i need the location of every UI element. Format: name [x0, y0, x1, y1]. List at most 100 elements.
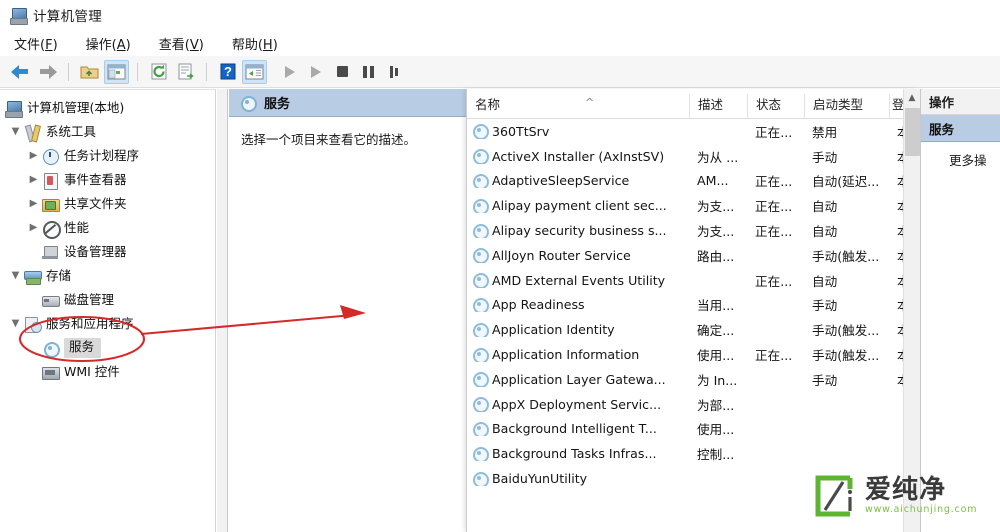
chevron-down-icon[interactable]: ▼	[8, 319, 23, 329]
clock-icon	[41, 148, 60, 165]
menu-view-label: 查看	[158, 37, 185, 53]
tree-item-wmi-control[interactable]: WMI 控件	[0, 360, 215, 384]
resume-service-button[interactable]	[304, 61, 328, 83]
export-list-button[interactable]	[173, 60, 198, 84]
service-row[interactable]: Background Tasks Infras... 控制...	[467, 441, 920, 466]
tree-item-disk-management[interactable]: 磁盘管理	[0, 288, 215, 312]
service-name-cell: Application Information	[467, 347, 689, 363]
service-startup-type-cell: 手动(触发...	[812, 323, 880, 339]
gear-icon	[472, 273, 489, 288]
actions-pane-subheader: 服务	[921, 115, 1000, 142]
menu-view[interactable]: 查看(V)	[156, 32, 207, 55]
service-name-cell: Background Tasks Infras...	[467, 446, 689, 462]
menu-help[interactable]: 帮助(H)	[229, 32, 281, 55]
scrollbar-thumb[interactable]	[905, 108, 920, 156]
more-actions-item[interactable]: 更多操	[921, 142, 1000, 169]
column-header-status[interactable]: 状态	[747, 94, 804, 118]
column-header-name[interactable]: 名称 ^	[467, 94, 689, 118]
tree-item-device-manager[interactable]: 设备管理器	[0, 240, 215, 264]
tree-item-task-scheduler[interactable]: ▶ 任务计划程序	[0, 144, 215, 168]
service-name-cell: ActiveX Installer (AxInstSV)	[467, 149, 689, 164]
help-button[interactable]: ?	[215, 60, 240, 84]
service-name-label: 360TtSrv	[492, 123, 550, 139]
service-logon-as-cell: 本	[889, 246, 903, 265]
menu-action[interactable]: 操作(A)	[83, 32, 134, 55]
service-row[interactable]: Alipay payment client sec... 为支... 正在... 自动…	[467, 193, 920, 218]
stop-service-button[interactable]	[330, 61, 354, 83]
service-logon-as-cell: 本	[889, 147, 903, 166]
service-row[interactable]: ActiveX Installer (AxInstSV) 为从 ... 手动 本	[467, 144, 920, 169]
wmi-icon	[41, 364, 60, 381]
service-status-cell: 正在...	[755, 348, 793, 364]
pause-service-button[interactable]	[356, 61, 380, 83]
watermark-brand: 爱纯净	[865, 474, 947, 505]
properties-button[interactable]	[242, 59, 267, 84]
toolbar-separator-2	[137, 62, 138, 81]
service-row[interactable]: Application Information 使用... 正在... 手动(触发..…	[467, 342, 920, 367]
service-row[interactable]: AdaptiveSleepService AM... 正在... 自动(延迟... 本	[467, 169, 920, 194]
menu-help-accel: H	[262, 37, 273, 53]
service-row[interactable]: Alipay security business s... 为支... 正在... 自…	[467, 218, 920, 243]
title-bar: 计算机管理	[0, 0, 1000, 30]
tree-item-performance[interactable]: ▶ 性能	[0, 216, 215, 240]
services-list-body: 360TtSrv正在...禁用本ActiveX Installer (AxIns…	[467, 119, 920, 491]
folder-icon	[41, 196, 60, 213]
column-header-description[interactable]: 描述	[689, 94, 747, 118]
chevron-down-icon[interactable]: ▼	[8, 271, 23, 281]
service-description-cell: 确定...	[697, 323, 735, 339]
column-header-startup-type[interactable]: 启动类型	[804, 94, 889, 118]
performance-icon	[41, 220, 61, 239]
service-name-label: Application Layer Gatewa...	[492, 371, 666, 387]
service-row[interactable]: App Readiness 当用... 手动 本	[467, 293, 920, 318]
service-name-label: Application Identity	[492, 322, 615, 338]
stop-service-icon	[336, 66, 348, 77]
service-startup-type-cell: 手动(触发...	[812, 348, 880, 364]
tree-item-event-viewer[interactable]: ▶ 事件查看器	[0, 168, 215, 192]
service-status-cell: 正在...	[755, 199, 793, 215]
service-row[interactable]: 360TtSrv 正在... 禁用 本	[467, 119, 920, 144]
chevron-right-icon[interactable]: ▶	[26, 175, 41, 185]
watermark: 爱纯净 www.aichunjing.com	[810, 473, 977, 519]
scroll-up-arrow-icon[interactable]: ▲	[904, 89, 920, 106]
service-name-cell: Alipay security business s...	[467, 223, 689, 239]
start-service-button[interactable]	[278, 61, 302, 83]
service-row[interactable]: AppX Deployment Servic... 为部...	[467, 392, 920, 417]
computer-management-icon	[9, 7, 28, 25]
chevron-right-icon[interactable]: ▶	[26, 223, 41, 233]
chevron-down-icon[interactable]: ▼	[8, 127, 23, 137]
tree-item-services-and-applications[interactable]: ▼ 服务和应用程序	[0, 312, 215, 336]
back-button[interactable]	[8, 60, 33, 84]
toolbar-separator-3	[206, 62, 207, 81]
chevron-right-icon[interactable]: ▶	[26, 199, 41, 209]
service-row[interactable]: AMD External Events Utility 正在... 自动 本	[467, 268, 920, 293]
service-description-cell: 路由...	[697, 248, 735, 264]
pane-splitter[interactable]	[217, 89, 228, 532]
service-row[interactable]: AllJoyn Router Service 路由... 手动(触发... 本	[467, 243, 920, 268]
tree-item-storage[interactable]: ▼ 存储	[0, 264, 215, 288]
forward-button[interactable]	[35, 60, 60, 84]
tree-item-system-tools[interactable]: ▼ 系统工具	[0, 120, 215, 144]
up-folder-button[interactable]	[77, 60, 102, 84]
gear-icon	[472, 124, 489, 139]
service-row[interactable]: Background Intelligent T... 使用...	[467, 417, 920, 442]
menu-file[interactable]: 文件(F)	[11, 32, 61, 55]
gear-icon	[472, 421, 489, 437]
chevron-right-icon[interactable]: ▶	[26, 151, 41, 161]
service-description-cell: 当用...	[697, 298, 735, 314]
tree-item-shared-folders[interactable]: ▶ 共享文件夹	[0, 192, 215, 216]
sort-ascending-icon: ^	[585, 96, 595, 109]
service-description-cell: 使用...	[697, 348, 735, 364]
service-description-cell: 为部...	[697, 397, 735, 413]
show-hide-tree-button[interactable]	[104, 59, 129, 84]
tree-root-computer-management[interactable]: 计算机管理(本地)	[0, 96, 215, 120]
tree-item-services[interactable]: 服务	[0, 336, 215, 360]
service-row[interactable]: Application Identity 确定... 手动(触发... 本	[467, 317, 920, 342]
services-list-scrollbar[interactable]: ▲	[903, 89, 920, 532]
restart-service-button[interactable]	[382, 61, 406, 83]
service-description-cell: 为支...	[697, 199, 735, 215]
refresh-button[interactable]	[146, 60, 171, 84]
service-startup-type-cell: 禁用	[812, 124, 838, 140]
service-row[interactable]: Application Layer Gatewa... 为 In... 手动 本	[467, 367, 920, 392]
gear-icon	[472, 372, 489, 387]
tree-item-label: 磁盘管理	[64, 291, 115, 307]
